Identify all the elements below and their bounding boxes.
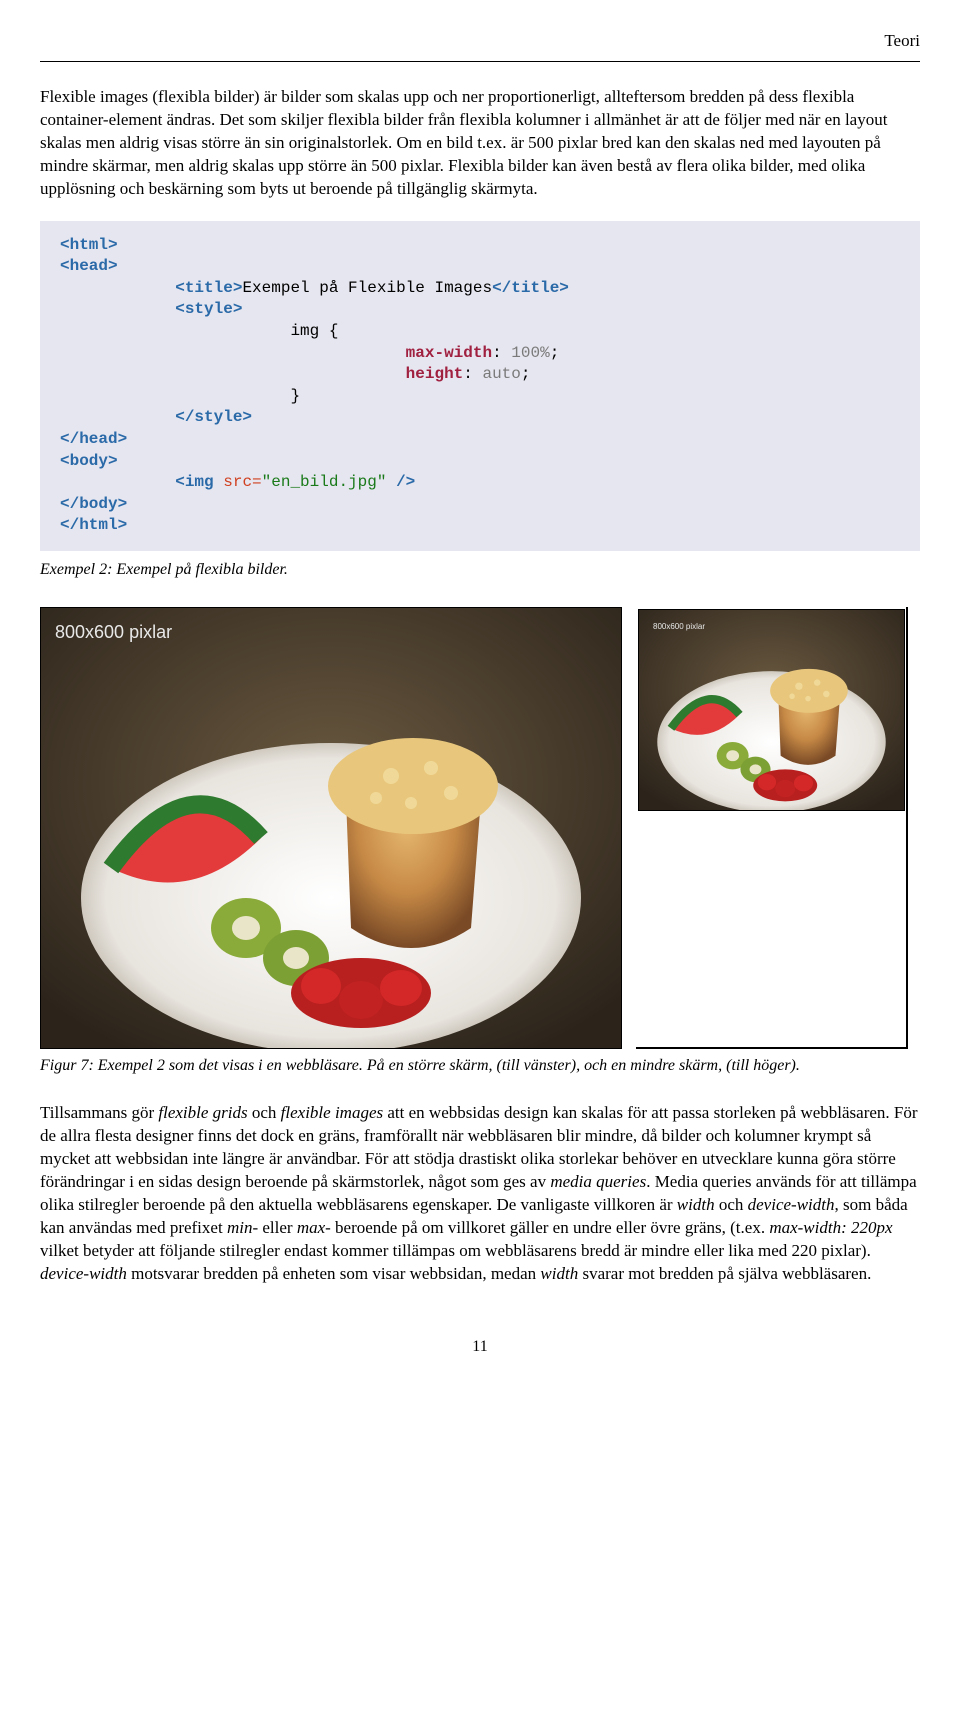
body-paragraph-1: Flexible images (flexibla bilder) är bil… — [40, 86, 920, 201]
page-number: 11 — [40, 1336, 920, 1358]
food-image-small — [639, 610, 904, 810]
figure-row: 800x600 pixlar — [40, 607, 920, 1049]
p2-t7: eller — [258, 1218, 297, 1237]
css-val-maxwidth: 100% — [511, 344, 549, 362]
figure-caption: Figur 7: Exempel 2 som det visas i en we… — [40, 1055, 920, 1077]
term-media-queries: media queries — [550, 1172, 646, 1191]
term-max-width-example: max-width: 220px — [769, 1218, 892, 1237]
term-width-2: width — [540, 1264, 578, 1283]
term-min: min- — [227, 1218, 258, 1237]
body-paragraph-2: Tillsammans gör flexible grids och flexi… — [40, 1102, 920, 1286]
figure-small-screenshot: 800x600 pixlar — [638, 609, 905, 811]
figure-small-browser-frame: 800x600 pixlar — [636, 607, 908, 1049]
p2-t5: och — [715, 1195, 748, 1214]
css-prop-maxwidth: max-width — [406, 344, 492, 362]
header-separator — [40, 61, 920, 62]
p2-t8: beroende på om villkoret gäller en undre… — [331, 1218, 770, 1237]
css-val-height: auto — [482, 365, 520, 383]
p2-t10: motsvarar bredden på enheten som visar w… — [127, 1264, 541, 1283]
p2-t9: vilket betyder att följande stilregler e… — [40, 1241, 871, 1260]
term-device-width-2: device-width — [40, 1264, 127, 1283]
p2-t1: Tillsammans gör — [40, 1103, 158, 1122]
figure-label-small: 800x600 pixlar — [653, 622, 705, 633]
code-example: <html> <head> <title>Exempel på Flexible… — [40, 221, 920, 551]
term-flexible-grids: flexible grids — [158, 1103, 247, 1122]
term-device-width: device-width — [748, 1195, 835, 1214]
code-img-src: "en_bild.jpg" — [262, 473, 387, 491]
figure-large-screenshot: 800x600 pixlar — [40, 607, 622, 1049]
code-caption: Exempel 2: Exempel på flexibla bilder. — [40, 559, 920, 581]
code-title-text: Exempel på Flexible Images — [242, 279, 492, 297]
p2-t11: svarar mot bredden på själva webbläsaren… — [578, 1264, 871, 1283]
p2-t2: och — [248, 1103, 281, 1122]
page-header-label: Teori — [40, 30, 920, 53]
food-image-large — [41, 608, 621, 1048]
term-flexible-images: flexible images — [281, 1103, 383, 1122]
figure-label-large: 800x600 pixlar — [55, 620, 172, 644]
term-max: max- — [297, 1218, 331, 1237]
css-prop-height: height — [406, 365, 464, 383]
term-width: width — [677, 1195, 715, 1214]
